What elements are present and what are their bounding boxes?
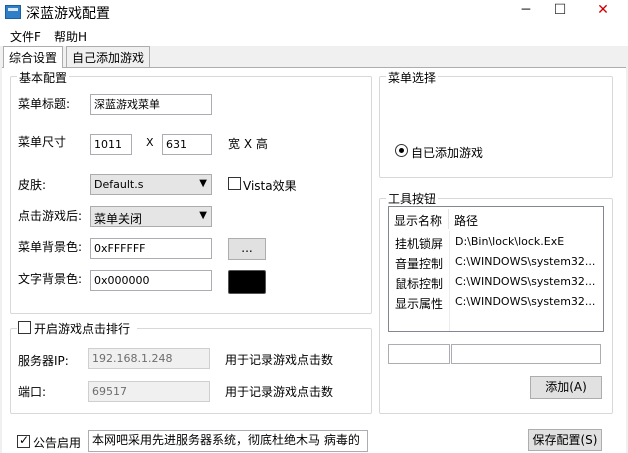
ranking-enable-checkbox[interactable] bbox=[18, 321, 31, 334]
chevron-down-icon: ▼ bbox=[199, 210, 207, 221]
server-ip-hint: 用于记录游戏点击数 bbox=[225, 353, 334, 367]
tools-legend: 工具按钮 bbox=[386, 190, 439, 207]
tool-path: C:\WINDOWS\system32... bbox=[455, 295, 596, 308]
window-title: 深蓝游戏配置 bbox=[26, 6, 110, 22]
maximize-button[interactable]: ☐ bbox=[546, 0, 574, 22]
column-header-name[interactable]: 显示名称 bbox=[389, 209, 449, 229]
menu-help[interactable]: 帮助H bbox=[54, 28, 87, 45]
save-config-button[interactable]: 保存配置(S) bbox=[528, 429, 602, 451]
click-action-value: 菜单关闭 bbox=[94, 212, 143, 226]
close-button[interactable]: ✕ bbox=[580, 0, 626, 22]
menu-title-label: 菜单标题: bbox=[18, 97, 71, 111]
table-row[interactable]: 音量控制 C:\WINDOWS\system32... bbox=[389, 251, 603, 273]
pick-bg-color-button[interactable]: ... bbox=[228, 238, 266, 260]
menu-file[interactable]: 文件F bbox=[10, 28, 41, 45]
skin-select[interactable]: Default.s ▼ bbox=[90, 174, 212, 195]
tool-path: C:\WINDOWS\system32... bbox=[455, 255, 596, 268]
menu-bg-input[interactable]: 0xFFFFFF bbox=[90, 238, 212, 259]
menu-height-input[interactable]: 631 bbox=[162, 134, 212, 155]
text-bg-color-swatch[interactable] bbox=[228, 270, 266, 294]
port-label: 端口: bbox=[18, 385, 47, 399]
tool-path-input[interactable] bbox=[451, 344, 601, 364]
menu-select-legend: 菜单选择 bbox=[386, 69, 439, 86]
custom-games-radio-label: 自已添加游戏 bbox=[411, 146, 484, 160]
size-unit-label: 宽 X 高 bbox=[228, 137, 268, 151]
text-bg-input[interactable]: 0x000000 bbox=[90, 270, 212, 291]
vista-label: Vista效果 bbox=[243, 179, 297, 193]
port-input[interactable]: 69517 bbox=[88, 381, 210, 402]
table-row[interactable]: 显示属性 C:\WINDOWS\system32... bbox=[389, 291, 603, 313]
tool-path: C:\WINDOWS\system32... bbox=[455, 275, 596, 288]
tool-name: 音量控制 bbox=[395, 257, 444, 271]
tool-name-input[interactable] bbox=[388, 344, 450, 364]
menu-bg-label: 菜单背景色: bbox=[18, 240, 83, 254]
ranking-enable-label: 开启游戏点击排行 bbox=[34, 322, 131, 336]
table-row[interactable]: 鼠标控制 C:\WINDOWS\system32... bbox=[389, 271, 603, 293]
tab-general[interactable]: 综合设置 bbox=[3, 46, 64, 68]
skin-select-value: Default.s bbox=[94, 178, 144, 191]
table-row[interactable]: 挂机锁屏 D:\Bin\lock\lock.ExE bbox=[389, 231, 603, 253]
app-icon bbox=[5, 5, 21, 19]
add-tool-button[interactable]: 添加(A) bbox=[530, 376, 602, 399]
column-header-path[interactable]: 路径 bbox=[449, 209, 603, 229]
tool-name: 鼠标控制 bbox=[395, 277, 444, 291]
notice-enable-checkbox[interactable] bbox=[17, 433, 30, 448]
notice-enable-label: 公告启用 bbox=[33, 436, 82, 450]
port-hint: 用于记录游戏点击数 bbox=[225, 385, 334, 399]
menu-title-input[interactable]: 深蓝游戏菜单 bbox=[90, 94, 212, 115]
click-action-select[interactable]: 菜单关闭 ▼ bbox=[90, 206, 212, 227]
radio-dot-icon bbox=[399, 148, 404, 153]
minimize-button[interactable]: ─ bbox=[512, 0, 540, 22]
custom-games-radio[interactable] bbox=[395, 144, 408, 157]
menu-size-label: 菜单尺寸 bbox=[18, 135, 67, 149]
tools-list[interactable]: 显示名称 路径 挂机锁屏 D:\Bin\lock\lock.ExE 音量控制 C… bbox=[388, 206, 604, 332]
menu-bar bbox=[0, 26, 628, 46]
tab-custom-games[interactable]: 自己添加游戏 bbox=[66, 46, 151, 67]
server-ip-input[interactable]: 192.168.1.248 bbox=[88, 348, 210, 369]
skin-label: 皮肤: bbox=[18, 178, 47, 192]
vista-checkbox[interactable] bbox=[228, 177, 241, 190]
tool-name: 挂机锁屏 bbox=[395, 237, 444, 251]
tool-name: 显示属性 bbox=[395, 297, 444, 311]
click-action-label: 点击游戏后: bbox=[18, 209, 83, 223]
app-window: 深蓝游戏配置 ─ ☐ ✕ 文件F 帮助H 综合设置 自己添加游戏 基本配置 菜单… bbox=[0, 0, 628, 453]
chevron-down-icon: ▼ bbox=[199, 178, 207, 189]
menu-select-group bbox=[379, 76, 613, 178]
server-ip-label: 服务器IP: bbox=[18, 354, 69, 368]
tool-path: D:\Bin\lock\lock.ExE bbox=[455, 235, 565, 248]
notice-text-input[interactable]: 本网吧采用先进服务器系统，彻底杜绝木马 病毒的 bbox=[88, 430, 368, 452]
basic-config-legend: 基本配置 bbox=[17, 69, 70, 86]
size-separator: X bbox=[146, 136, 154, 149]
text-bg-label: 文字背景色: bbox=[18, 272, 83, 286]
menu-width-input[interactable]: 1011 bbox=[90, 134, 132, 155]
